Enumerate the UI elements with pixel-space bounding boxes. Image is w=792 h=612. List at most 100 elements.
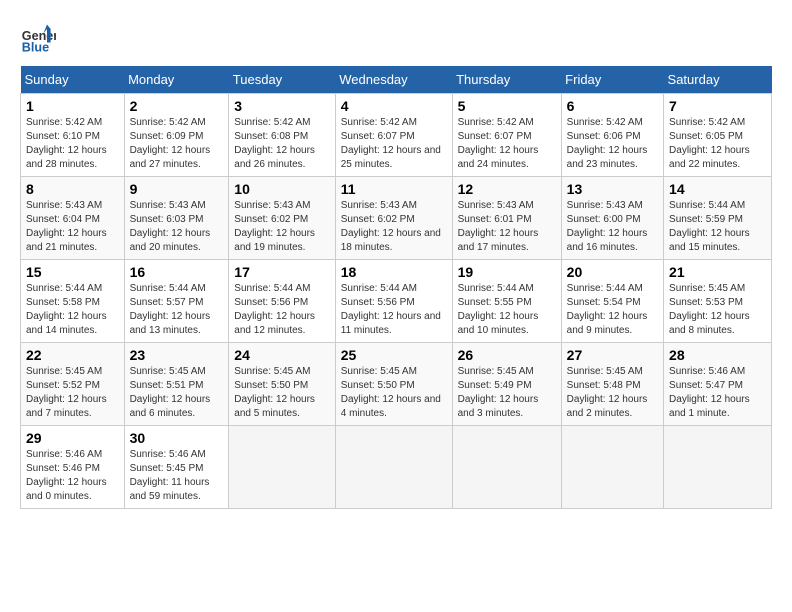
day-number: 25 [341, 347, 447, 363]
day-number: 13 [567, 181, 658, 197]
calendar-cell: 8 Sunrise: 5:43 AMSunset: 6:04 PMDayligh… [21, 177, 125, 260]
header-day-friday: Friday [561, 66, 663, 94]
day-number: 27 [567, 347, 658, 363]
header-day-tuesday: Tuesday [229, 66, 335, 94]
day-info: Sunrise: 5:45 AMSunset: 5:49 PMDaylight:… [458, 366, 539, 419]
calendar-cell: 28 Sunrise: 5:46 AMSunset: 5:47 PMDaylig… [664, 343, 772, 426]
calendar-cell: 6 Sunrise: 5:42 AMSunset: 6:06 PMDayligh… [561, 94, 663, 177]
calendar-cell: 4 Sunrise: 5:42 AMSunset: 6:07 PMDayligh… [335, 94, 452, 177]
day-info: Sunrise: 5:46 AMSunset: 5:46 PMDaylight:… [26, 449, 107, 502]
calendar-cell: 14 Sunrise: 5:44 AMSunset: 5:59 PMDaylig… [664, 177, 772, 260]
calendar-cell: 7 Sunrise: 5:42 AMSunset: 6:05 PMDayligh… [664, 94, 772, 177]
calendar-cell: 26 Sunrise: 5:45 AMSunset: 5:49 PMDaylig… [452, 343, 561, 426]
day-number: 15 [26, 264, 119, 280]
day-number: 12 [458, 181, 556, 197]
day-info: Sunrise: 5:42 AMSunset: 6:07 PMDaylight:… [458, 117, 539, 170]
calendar-row-2: 8 Sunrise: 5:43 AMSunset: 6:04 PMDayligh… [21, 177, 772, 260]
day-number: 24 [234, 347, 329, 363]
logo: General Blue [20, 20, 56, 56]
calendar-cell: 22 Sunrise: 5:45 AMSunset: 5:52 PMDaylig… [21, 343, 125, 426]
calendar-cell [561, 426, 663, 509]
calendar-cell: 1 Sunrise: 5:42 AMSunset: 6:10 PMDayligh… [21, 94, 125, 177]
day-number: 2 [130, 98, 224, 114]
day-number: 19 [458, 264, 556, 280]
calendar-cell: 2 Sunrise: 5:42 AMSunset: 6:09 PMDayligh… [124, 94, 229, 177]
calendar-row-3: 15 Sunrise: 5:44 AMSunset: 5:58 PMDaylig… [21, 260, 772, 343]
calendar-cell: 19 Sunrise: 5:44 AMSunset: 5:55 PMDaylig… [452, 260, 561, 343]
calendar-row-1: 1 Sunrise: 5:42 AMSunset: 6:10 PMDayligh… [21, 94, 772, 177]
day-info: Sunrise: 5:45 AMSunset: 5:52 PMDaylight:… [26, 366, 107, 419]
day-info: Sunrise: 5:42 AMSunset: 6:07 PMDaylight:… [341, 117, 441, 170]
day-number: 3 [234, 98, 329, 114]
day-info: Sunrise: 5:44 AMSunset: 5:56 PMDaylight:… [341, 283, 441, 336]
day-number: 23 [130, 347, 224, 363]
calendar-cell [229, 426, 335, 509]
day-number: 28 [669, 347, 766, 363]
calendar-table: SundayMondayTuesdayWednesdayThursdayFrid… [20, 66, 772, 509]
day-number: 29 [26, 430, 119, 446]
day-info: Sunrise: 5:42 AMSunset: 6:05 PMDaylight:… [669, 117, 750, 170]
day-info: Sunrise: 5:43 AMSunset: 6:02 PMDaylight:… [341, 200, 441, 253]
calendar-cell: 12 Sunrise: 5:43 AMSunset: 6:01 PMDaylig… [452, 177, 561, 260]
day-number: 22 [26, 347, 119, 363]
calendar-cell: 10 Sunrise: 5:43 AMSunset: 6:02 PMDaylig… [229, 177, 335, 260]
calendar-cell [664, 426, 772, 509]
day-info: Sunrise: 5:42 AMSunset: 6:09 PMDaylight:… [130, 117, 211, 170]
day-number: 30 [130, 430, 224, 446]
day-number: 1 [26, 98, 119, 114]
calendar-cell: 5 Sunrise: 5:42 AMSunset: 6:07 PMDayligh… [452, 94, 561, 177]
calendar-cell: 11 Sunrise: 5:43 AMSunset: 6:02 PMDaylig… [335, 177, 452, 260]
day-number: 11 [341, 181, 447, 197]
day-number: 8 [26, 181, 119, 197]
day-info: Sunrise: 5:46 AMSunset: 5:45 PMDaylight:… [130, 449, 210, 502]
day-info: Sunrise: 5:44 AMSunset: 5:57 PMDaylight:… [130, 283, 211, 336]
calendar-cell: 9 Sunrise: 5:43 AMSunset: 6:03 PMDayligh… [124, 177, 229, 260]
day-info: Sunrise: 5:43 AMSunset: 6:03 PMDaylight:… [130, 200, 211, 253]
day-number: 6 [567, 98, 658, 114]
day-number: 26 [458, 347, 556, 363]
day-number: 4 [341, 98, 447, 114]
day-info: Sunrise: 5:42 AMSunset: 6:06 PMDaylight:… [567, 117, 648, 170]
header-day-thursday: Thursday [452, 66, 561, 94]
calendar-cell: 16 Sunrise: 5:44 AMSunset: 5:57 PMDaylig… [124, 260, 229, 343]
calendar-cell: 25 Sunrise: 5:45 AMSunset: 5:50 PMDaylig… [335, 343, 452, 426]
calendar-cell: 15 Sunrise: 5:44 AMSunset: 5:58 PMDaylig… [21, 260, 125, 343]
calendar-row-5: 29 Sunrise: 5:46 AMSunset: 5:46 PMDaylig… [21, 426, 772, 509]
day-number: 20 [567, 264, 658, 280]
day-info: Sunrise: 5:44 AMSunset: 5:58 PMDaylight:… [26, 283, 107, 336]
day-info: Sunrise: 5:44 AMSunset: 5:55 PMDaylight:… [458, 283, 539, 336]
day-number: 5 [458, 98, 556, 114]
day-info: Sunrise: 5:43 AMSunset: 6:02 PMDaylight:… [234, 200, 315, 253]
calendar-cell: 27 Sunrise: 5:45 AMSunset: 5:48 PMDaylig… [561, 343, 663, 426]
svg-text:Blue: Blue [22, 41, 49, 55]
day-number: 10 [234, 181, 329, 197]
day-number: 14 [669, 181, 766, 197]
header: General Blue [20, 20, 772, 56]
header-row: SundayMondayTuesdayWednesdayThursdayFrid… [21, 66, 772, 94]
day-info: Sunrise: 5:46 AMSunset: 5:47 PMDaylight:… [669, 366, 750, 419]
day-info: Sunrise: 5:45 AMSunset: 5:53 PMDaylight:… [669, 283, 750, 336]
day-number: 18 [341, 264, 447, 280]
day-number: 17 [234, 264, 329, 280]
calendar-cell: 23 Sunrise: 5:45 AMSunset: 5:51 PMDaylig… [124, 343, 229, 426]
calendar-cell: 18 Sunrise: 5:44 AMSunset: 5:56 PMDaylig… [335, 260, 452, 343]
calendar-cell: 21 Sunrise: 5:45 AMSunset: 5:53 PMDaylig… [664, 260, 772, 343]
day-number: 7 [669, 98, 766, 114]
day-info: Sunrise: 5:43 AMSunset: 6:01 PMDaylight:… [458, 200, 539, 253]
header-day-monday: Monday [124, 66, 229, 94]
calendar-cell: 24 Sunrise: 5:45 AMSunset: 5:50 PMDaylig… [229, 343, 335, 426]
calendar-cell [452, 426, 561, 509]
header-day-sunday: Sunday [21, 66, 125, 94]
calendar-cell [335, 426, 452, 509]
header-day-saturday: Saturday [664, 66, 772, 94]
day-info: Sunrise: 5:44 AMSunset: 5:54 PMDaylight:… [567, 283, 648, 336]
day-info: Sunrise: 5:43 AMSunset: 6:04 PMDaylight:… [26, 200, 107, 253]
day-info: Sunrise: 5:45 AMSunset: 5:50 PMDaylight:… [234, 366, 315, 419]
day-number: 16 [130, 264, 224, 280]
calendar-row-4: 22 Sunrise: 5:45 AMSunset: 5:52 PMDaylig… [21, 343, 772, 426]
calendar-cell: 29 Sunrise: 5:46 AMSunset: 5:46 PMDaylig… [21, 426, 125, 509]
day-info: Sunrise: 5:45 AMSunset: 5:51 PMDaylight:… [130, 366, 211, 419]
day-info: Sunrise: 5:42 AMSunset: 6:10 PMDaylight:… [26, 117, 107, 170]
day-info: Sunrise: 5:43 AMSunset: 6:00 PMDaylight:… [567, 200, 648, 253]
day-number: 9 [130, 181, 224, 197]
